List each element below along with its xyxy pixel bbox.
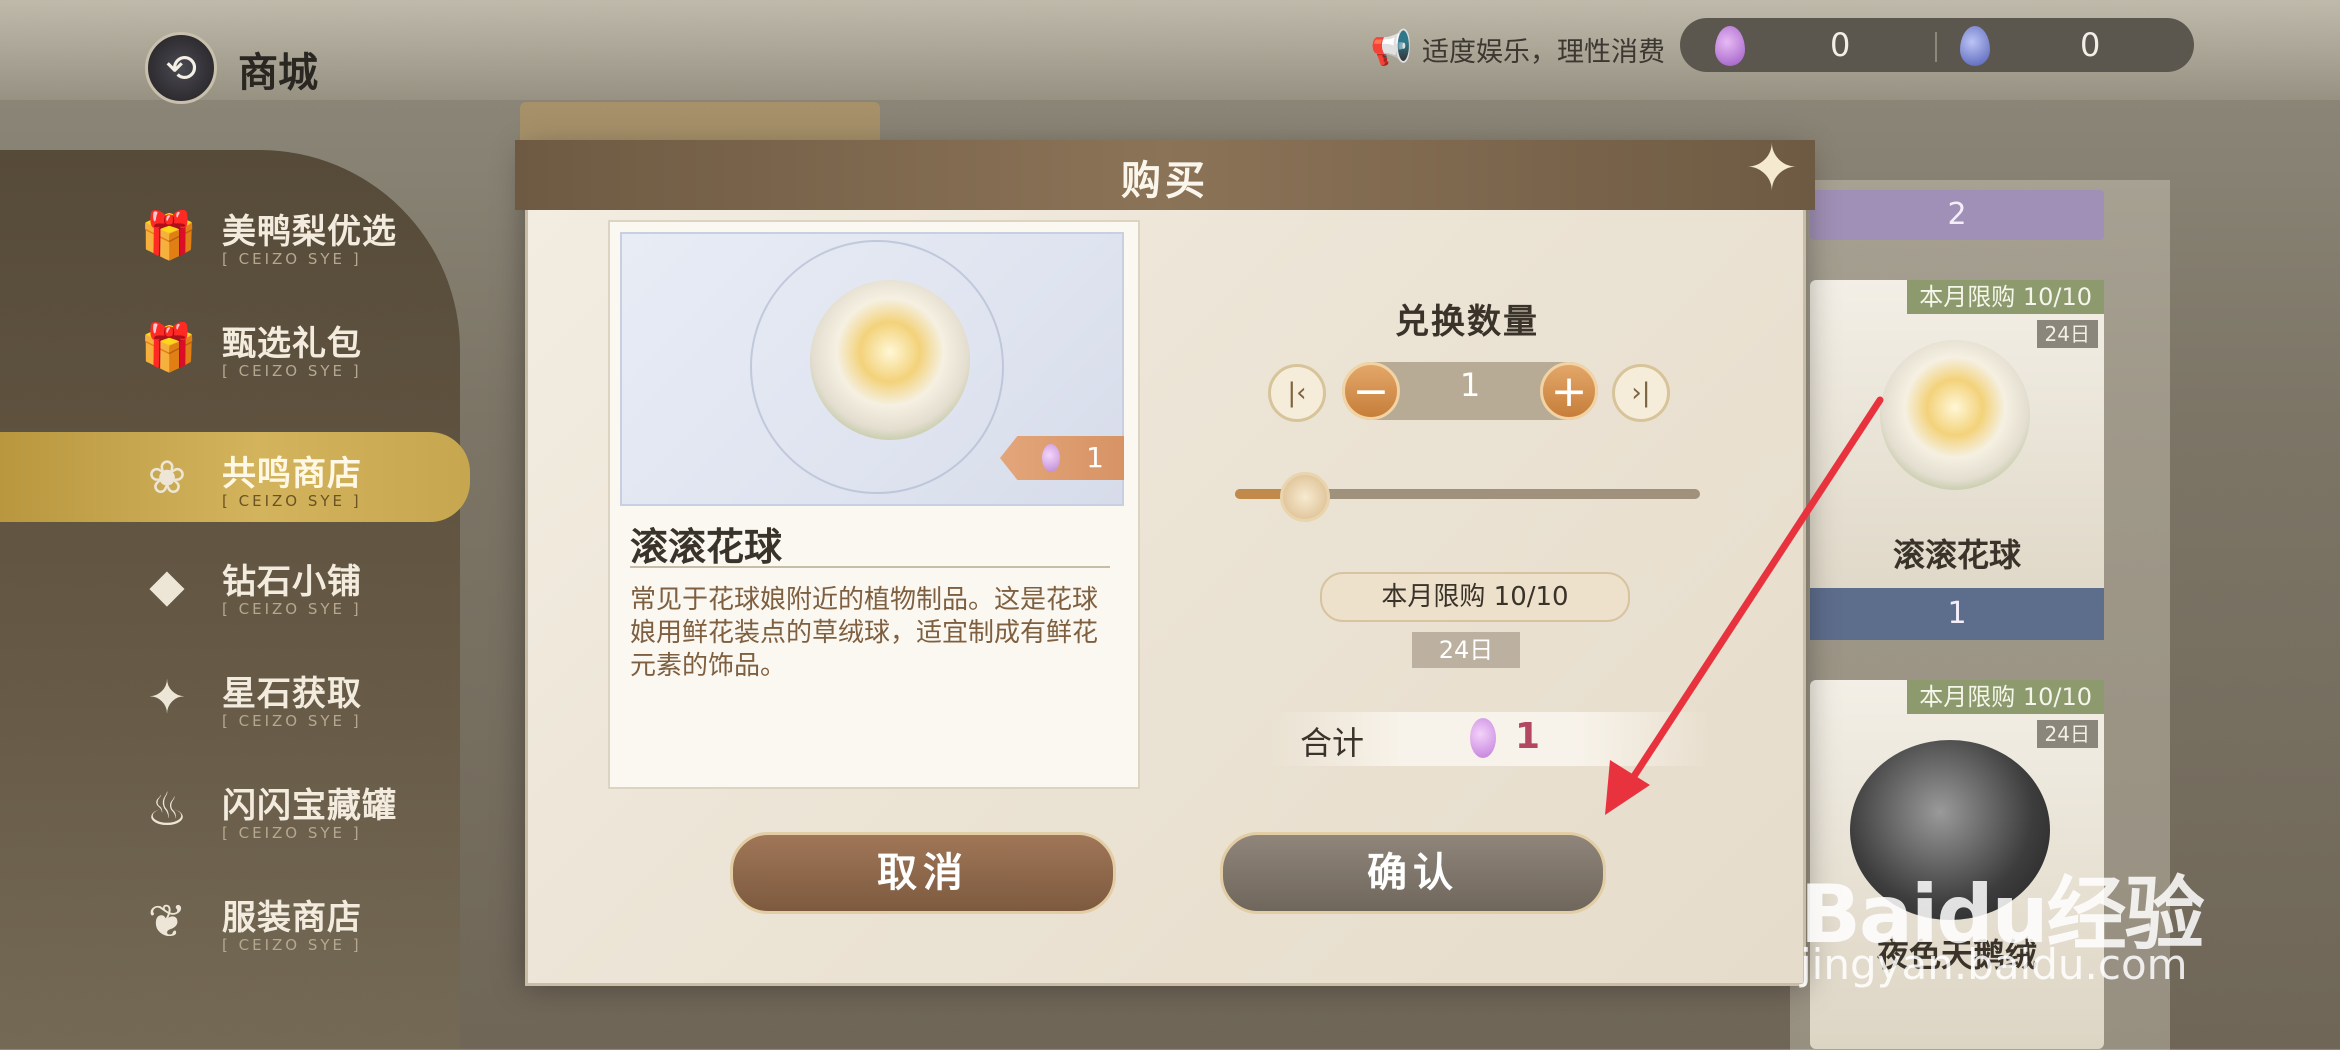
- sidebar-item-resonance-shop[interactable]: ❀ 共鸣商店 [ CEIZO SYE ]: [0, 432, 470, 522]
- sidebar-item-sub: [ CEIZO SYE ]: [222, 600, 362, 618]
- sidebar: 🎁 美鸭梨优选 [ CEIZO SYE ] 🎁 甄选礼包 [ CEIZO SYE…: [0, 150, 470, 1049]
- quantity-value[interactable]: 1: [1400, 366, 1540, 404]
- card-price-bar[interactable]: 2: [1810, 190, 2104, 240]
- item-divider: [630, 566, 1110, 568]
- sidebar-item-sub: [ CEIZO SYE ]: [222, 250, 362, 268]
- sidebar-item-sub: [ CEIZO SYE ]: [222, 824, 362, 842]
- sidebar-item-packs[interactable]: 🎁 甄选礼包 [ CEIZO SYE ]: [0, 302, 460, 402]
- sidebar-item-sub: [ CEIZO SYE ]: [222, 936, 362, 954]
- sidebar-item-label: 服装商店: [222, 898, 362, 938]
- sidebar-item-clothes-shop[interactable]: ❦ 服装商店 [ CEIZO SYE ]: [0, 876, 460, 976]
- increase-button[interactable]: +: [1540, 362, 1598, 420]
- blue-gem-icon: [1960, 26, 1990, 66]
- sidebar-item-diamond-shop[interactable]: ◆ 钻石小铺 [ CEIZO SYE ]: [0, 540, 460, 640]
- quantity-slider-fill: [1235, 489, 1282, 499]
- max-quantity-button[interactable]: ›|: [1612, 364, 1670, 422]
- pink-crystal-icon: [1042, 444, 1060, 472]
- dialog-title: 购买: [1121, 158, 1209, 204]
- sidebar-item-label: 美鸭梨优选: [222, 212, 397, 252]
- sidebar-item-sub: [ CEIZO SYE ]: [222, 362, 362, 380]
- blue-gem-count: 0: [2080, 26, 2101, 64]
- flower-ball-image: [1880, 340, 2030, 490]
- monthly-limit-label: 本月限购 10/10: [1320, 572, 1630, 622]
- sidebar-item-star-stone[interactable]: ✦ 星石获取 [ CEIZO SYE ]: [0, 652, 460, 752]
- total-label: 合计: [1300, 724, 1365, 762]
- back-home-icon[interactable]: ⟲: [145, 32, 217, 104]
- sidebar-item-label: 甄选礼包: [222, 324, 362, 364]
- card-item-name: 滚滚花球: [1892, 536, 2021, 574]
- decrease-button[interactable]: −: [1342, 362, 1400, 420]
- total-value: 1: [1515, 716, 1541, 757]
- treasure-jar-icon: ♨: [146, 782, 188, 836]
- purple-gem-count: 0: [1830, 26, 1851, 64]
- item-name: 滚滚花球: [630, 525, 783, 569]
- gift-box-icon: 🎁: [140, 208, 198, 262]
- sidebar-item-sub: [ CEIZO SYE ]: [222, 712, 362, 730]
- min-quantity-button[interactable]: |‹: [1268, 364, 1326, 422]
- days-badge: 24日: [2036, 720, 2098, 748]
- sidebar-item-meiyali[interactable]: 🎁 美鸭梨优选 [ CEIZO SYE ]: [0, 190, 460, 290]
- clothes-icon: ❦: [147, 894, 187, 948]
- four-point-star-icon: ✦: [1745, 132, 1799, 206]
- megaphone-icon: 📢: [1370, 28, 1413, 68]
- healthy-play-notice: 适度娱乐，理性消费: [1422, 37, 1665, 68]
- sidebar-item-sub: [ CEIZO SYE ]: [222, 492, 362, 510]
- item-price-tag: 1: [1000, 436, 1124, 480]
- cancel-button[interactable]: 取消: [730, 832, 1116, 914]
- sidebar-item-label: 共鸣商店: [222, 454, 362, 494]
- diamond-icon: ◆: [149, 558, 185, 612]
- sidebar-item-treasure-jar[interactable]: ♨ 闪闪宝藏罐 [ CEIZO SYE ]: [0, 764, 460, 864]
- card-price-bar[interactable]: 1: [1810, 588, 2104, 640]
- sidebar-item-label: 钻石小铺: [222, 562, 362, 602]
- currency-bar: [1680, 18, 2194, 72]
- flower-ball-image: [810, 280, 970, 440]
- baidu-watermark-url: jingyan.baidu.com: [1800, 940, 2188, 989]
- purple-gem-icon: [1715, 26, 1745, 66]
- limit-badge: 本月限购 10/10: [1907, 680, 2104, 714]
- currency-divider: [1935, 32, 1937, 62]
- quantity-slider-thumb[interactable]: [1279, 472, 1330, 522]
- confirm-button[interactable]: 确认: [1220, 832, 1606, 914]
- pink-crystal-icon: [1470, 718, 1496, 758]
- star-stone-icon: ✦: [147, 670, 187, 724]
- limit-badge: 本月限购 10/10: [1907, 280, 2104, 314]
- quantity-title: 兑换数量: [1395, 302, 1539, 342]
- sidebar-item-label: 闪闪宝藏罐: [222, 786, 397, 826]
- days-remaining-badge: 24日: [1412, 632, 1520, 668]
- days-badge: 24日: [2036, 320, 2098, 348]
- shop-card-flower-ball[interactable]: 本月限购 10/10 24日: [1810, 280, 2104, 640]
- item-description: 常见于花球娘附近的植物制品。这是花球娘用鲜花装点的草绒球，适宜制成有鲜花元素的饰…: [630, 585, 1099, 681]
- page-title: 商城: [238, 50, 318, 96]
- gift-box-icon: 🎁: [140, 320, 198, 374]
- swirl-icon: ❀: [147, 450, 187, 504]
- sidebar-item-label: 星石获取: [222, 674, 362, 714]
